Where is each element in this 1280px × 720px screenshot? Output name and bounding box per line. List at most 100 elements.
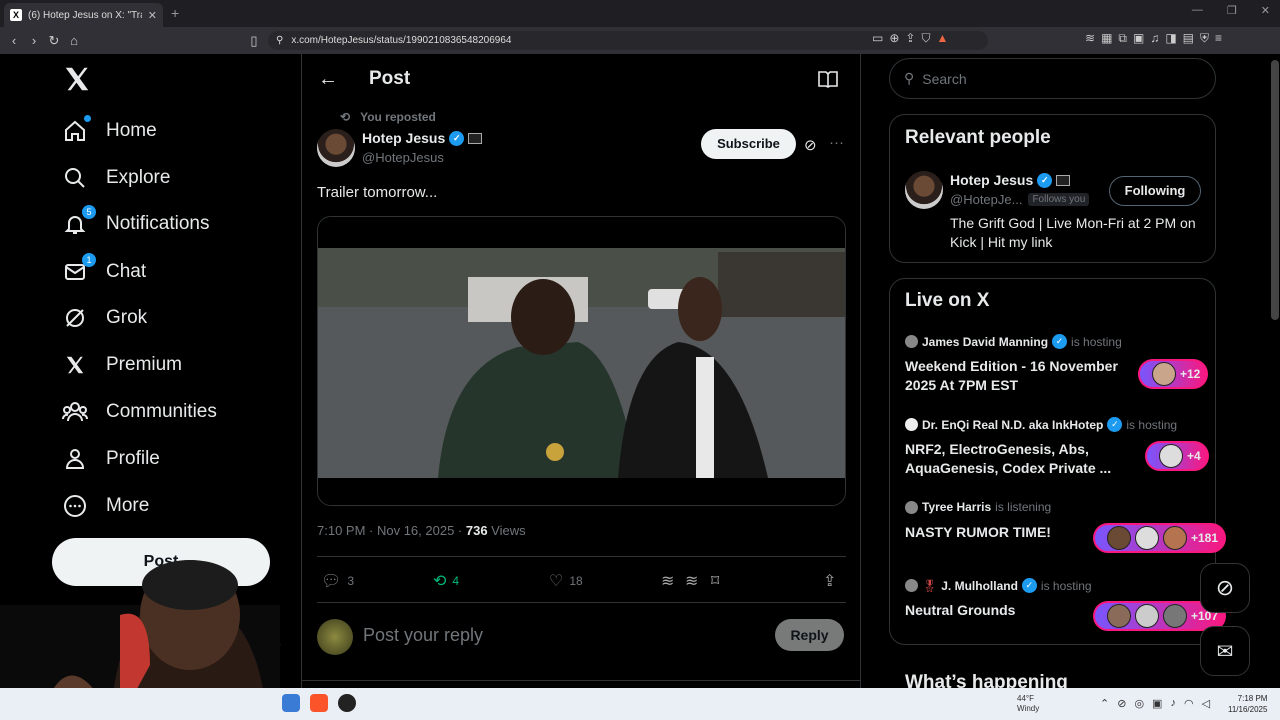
close-tab-icon[interactable]: ✕ xyxy=(148,9,157,22)
maximize-icon[interactable]: ❐ xyxy=(1227,4,1237,17)
site-settings-icon[interactable]: ⚲ xyxy=(276,35,283,46)
x-logo-icon[interactable] xyxy=(62,64,92,94)
relevant-name-text: Hotep Jesus xyxy=(950,172,1034,188)
close-window-icon[interactable]: ✕ xyxy=(1261,4,1270,17)
tray-icon[interactable]: ▣ xyxy=(1152,697,1162,710)
like-action[interactable]: ♡ 18 xyxy=(549,571,583,591)
extension-icon[interactable]: ▦ xyxy=(1101,31,1112,46)
more-options-icon[interactable]: ··· xyxy=(829,134,844,151)
search-input[interactable]: ⚲ Search xyxy=(889,58,1216,99)
nav-premium[interactable]: Premium xyxy=(62,345,182,385)
nav-home[interactable]: Home xyxy=(62,111,157,151)
reply-input[interactable]: Post your reply xyxy=(363,625,483,646)
repost-action[interactable]: ⟲ 4 xyxy=(433,571,459,591)
affiliate-badge-icon xyxy=(1056,174,1071,186)
reader-icon[interactable] xyxy=(818,70,838,88)
nav-more[interactable]: More xyxy=(62,486,149,526)
menu-icon[interactable]: ≡ xyxy=(1215,31,1222,46)
nav-label: Notifications xyxy=(106,213,210,234)
live-listeners-pill[interactable]: +4 xyxy=(1145,441,1209,471)
music-icon[interactable]: ♫ xyxy=(1150,31,1159,46)
live-host[interactable]: James David Manning ✓ is hosting xyxy=(905,334,1122,349)
following-button[interactable]: Following xyxy=(1109,176,1201,206)
vpn-icon[interactable]: ⛨ xyxy=(1200,31,1209,46)
grok-stack-icon[interactable]: ≋ xyxy=(685,571,698,591)
browser-tab[interactable]: X (6) Hotep Jesus on X: "Trailer tom ✕ xyxy=(4,3,163,27)
verified-badge-icon: ✓ xyxy=(1021,578,1037,593)
author-handle[interactable]: @HotepJesus xyxy=(362,150,444,165)
brave-shield-icon[interactable]: ⛉ xyxy=(921,31,930,46)
bookmark-icon[interactable]: ⌑ xyxy=(711,571,719,591)
back-arrow-icon[interactable]: ← xyxy=(318,68,338,91)
home-nav-icon[interactable]: ⌂ xyxy=(64,27,84,54)
video-player[interactable] xyxy=(317,216,846,506)
tray-icon[interactable]: ⊘ xyxy=(1117,697,1126,710)
chevron-up-icon[interactable]: ⌃ xyxy=(1100,697,1109,710)
live-listeners-pill[interactable]: +12 xyxy=(1138,359,1209,389)
volume-icon[interactable]: ◁ xyxy=(1202,697,1210,710)
post-action-bar: 💬︎ 3 ⟲ 4 ♡ 18 ≋ ≋ ⌑ ⇪ xyxy=(317,556,846,603)
wallet-icon[interactable]: ▤ xyxy=(1183,31,1194,46)
new-tab-icon[interactable]: + xyxy=(171,5,179,21)
nav-explore[interactable]: Explore xyxy=(62,158,170,198)
nav-notifications[interactable]: 5 Notifications xyxy=(62,204,210,244)
nav-profile[interactable]: Profile xyxy=(62,439,160,479)
tray-icon[interactable]: ◎ xyxy=(1134,697,1144,710)
back-nav-icon[interactable]: ‹ xyxy=(4,27,24,54)
relevant-avatar[interactable] xyxy=(905,171,943,209)
reply-action[interactable]: 💬︎ 3 xyxy=(321,571,354,591)
bookmark-icon[interactable]: ▯ xyxy=(244,27,264,54)
nav-chat[interactable]: 1 Chat xyxy=(62,252,146,292)
medal-icon: 🎖︎ xyxy=(922,578,938,593)
forward-nav-icon[interactable]: › xyxy=(24,27,44,54)
relevant-people-title: Relevant people xyxy=(905,127,1051,148)
zoom-icon[interactable]: ⊕ xyxy=(889,31,899,46)
subscribe-button[interactable]: Subscribe xyxy=(701,129,796,159)
nav-grok[interactable]: Grok xyxy=(62,298,147,338)
weather-widget[interactable]: 44°F Windy xyxy=(1017,694,1039,714)
reader-mode-icon[interactable]: ▭ xyxy=(872,31,883,46)
minimize-icon[interactable]: — xyxy=(1192,4,1203,17)
grok-fab-icon[interactable]: ⊘ xyxy=(1200,563,1250,613)
clock-date: 11/16/2025 xyxy=(1228,705,1268,714)
live-host[interactable]: 🎖︎ J. Mulholland ✓ is hosting xyxy=(905,578,1092,593)
post-timestamp[interactable]: 7:10 PM · Nov 16, 2025 · xyxy=(317,523,466,538)
share-icon[interactable]: ⇪ xyxy=(905,31,915,46)
verified-badge-icon: ✓ xyxy=(449,130,465,146)
brave-rewards-icon[interactable]: ▲ xyxy=(936,31,948,46)
sidebar-icon[interactable]: ◨ xyxy=(1165,31,1176,46)
like-count: 18 xyxy=(569,574,583,588)
app-icon[interactable] xyxy=(282,694,300,712)
scrollbar[interactable] xyxy=(1271,60,1279,320)
brave-app-icon[interactable] xyxy=(310,694,328,712)
clock[interactable]: 7:18 PM 11/16/2025 xyxy=(1228,693,1267,715)
author-name[interactable]: Hotep Jesus ✓ xyxy=(362,130,483,146)
relevant-name[interactable]: Hotep Jesus ✓ xyxy=(950,172,1071,188)
messages-fab-icon[interactable]: ✉ xyxy=(1200,626,1250,676)
reply-button[interactable]: Reply xyxy=(775,619,844,651)
grok-icon xyxy=(62,305,88,331)
app-icon[interactable] xyxy=(338,694,356,712)
nav-label: Chat xyxy=(106,261,147,282)
wifi-icon[interactable]: ◠ xyxy=(1184,697,1194,710)
grok-icon[interactable]: ⊘ xyxy=(804,136,817,154)
author-avatar[interactable] xyxy=(317,129,355,167)
puzzle-icon[interactable]: ⧉ xyxy=(1118,31,1127,46)
live-space-title[interactable]: Weekend Edition - 16 November 2025 At 7P… xyxy=(905,357,1135,395)
host-avatar xyxy=(905,418,918,431)
live-listeners-pill[interactable]: +181 xyxy=(1093,523,1227,553)
share-icon[interactable]: ⇪ xyxy=(823,571,836,591)
extension-icon[interactable]: ≋ xyxy=(1085,31,1095,46)
live-space-title[interactable]: NRF2, ElectroGenesis, Abs, AquaGenesis, … xyxy=(905,440,1135,478)
live-host[interactable]: Tyree Harris is listening xyxy=(905,500,1051,514)
live-host[interactable]: Dr. EnQi Real N.D. aka InkHotep ✓ is hosti… xyxy=(905,417,1177,432)
nav-label: Explore xyxy=(106,167,171,188)
nav-communities[interactable]: Communities xyxy=(62,392,217,432)
mic-icon[interactable]: ♪ xyxy=(1170,697,1176,710)
extension-icon[interactable]: ▣ xyxy=(1133,31,1144,46)
reload-icon[interactable]: ↻ xyxy=(44,27,64,54)
relevant-handle[interactable]: @HotepJe... xyxy=(950,192,1022,207)
host-avatar xyxy=(905,335,918,348)
listener-count: +12 xyxy=(1180,367,1201,381)
grok-stack-icon[interactable]: ≋ xyxy=(661,571,674,591)
